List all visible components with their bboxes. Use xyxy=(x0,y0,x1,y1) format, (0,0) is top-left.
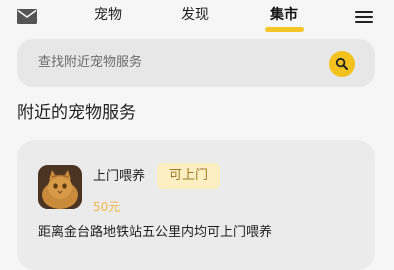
tab-discover[interactable]: 发现 xyxy=(181,5,209,25)
section-title: 附近的宠物服务 xyxy=(17,103,136,123)
search-input[interactable]: 查找附近宠物服务 xyxy=(38,54,142,72)
service-description: 距离金台路地铁站五公里内均可上门喂养 xyxy=(38,225,273,240)
service-name: 上门喂养 xyxy=(93,169,146,184)
service-price: 50元 xyxy=(93,200,121,214)
menu-icon[interactable] xyxy=(355,11,373,24)
service-card[interactable]: 上门喂养 可上门 50元 距离金台路地铁站五公里内均可上门喂养 xyxy=(17,140,375,270)
mail-icon[interactable] xyxy=(17,9,37,24)
tab-pets[interactable]: 宠物 xyxy=(94,5,122,25)
top-navigation-bar: 宠物 发现 集市 xyxy=(0,0,394,36)
search-bar[interactable]: 查找附近宠物服务 xyxy=(17,39,375,87)
search-button[interactable] xyxy=(329,51,355,77)
search-icon xyxy=(335,57,348,70)
service-tag-badge: 可上门 xyxy=(157,163,221,189)
active-tab-indicator xyxy=(265,27,304,32)
cat-photo xyxy=(38,165,82,209)
tab-market[interactable]: 集市 xyxy=(270,5,298,25)
